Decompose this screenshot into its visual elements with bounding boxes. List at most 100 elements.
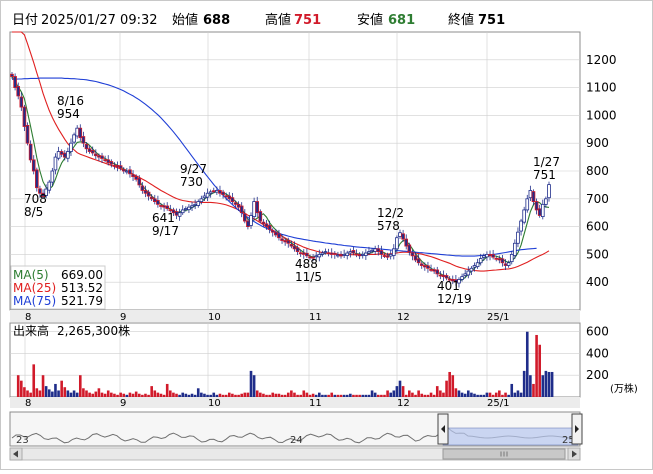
- candle-body: [131, 174, 135, 177]
- volume-bar: [411, 392, 414, 397]
- legend-value: 521.79: [61, 294, 103, 308]
- candle-body: [336, 254, 340, 257]
- candle-body: [149, 196, 154, 200]
- candle-body: [221, 191, 225, 196]
- volume-bar: [361, 394, 365, 397]
- candle-body: [475, 262, 480, 268]
- volume-bar: [203, 393, 206, 397]
- candle-body: [419, 263, 424, 266]
- candle-body: [497, 258, 502, 261]
- volume-bar: [510, 383, 514, 397]
- volume-bar: [78, 375, 82, 397]
- annotation-line-2: 9/17: [152, 224, 179, 238]
- volume-bar: [29, 392, 32, 397]
- volume-bar: [172, 392, 175, 397]
- volume-bar: [200, 392, 203, 397]
- price-x-tick-label: 11: [309, 312, 322, 323]
- candle-body: [78, 127, 83, 139]
- candle-body: [289, 243, 294, 247]
- volume-bar: [274, 393, 278, 397]
- candle-body: [267, 225, 272, 230]
- volume-bar: [277, 393, 281, 397]
- volume-x-tick-label: 10: [208, 398, 221, 409]
- volume-bar: [501, 394, 504, 397]
- navigator-right-handle[interactable]: [571, 413, 583, 445]
- candle-body: [59, 151, 64, 155]
- legend-label: MA(5): [13, 268, 49, 282]
- volume-bar: [476, 394, 479, 397]
- price-x-tick-label: 10: [208, 312, 221, 323]
- candle-body: [385, 255, 390, 258]
- volume-bar: [246, 392, 250, 397]
- navigator-left-handle[interactable]: [437, 413, 449, 445]
- candle-body: [118, 165, 123, 169]
- candle-body: [494, 257, 499, 260]
- volume-bar: [445, 380, 448, 397]
- volume-bar: [373, 392, 377, 397]
- volume-bar: [324, 394, 327, 397]
- volume-bar: [38, 390, 42, 397]
- volume-bar: [116, 394, 119, 397]
- legend-label: MA(75): [13, 294, 56, 308]
- date-label: 日付: [12, 13, 38, 28]
- annotation-line-2: 11/5: [295, 270, 322, 284]
- volume-bar: [137, 393, 141, 397]
- candle-body: [233, 202, 238, 205]
- candle-body: [277, 233, 281, 239]
- volume-bar: [23, 387, 26, 397]
- navigator-scrollbar[interactable]: [9, 447, 581, 461]
- annotation-line-1: 12/2: [377, 206, 404, 220]
- candle-body: [72, 134, 76, 143]
- candle-body: [87, 148, 92, 152]
- price-x-tick-label: 25/1: [487, 312, 509, 323]
- volume-bar: [383, 394, 386, 397]
- high-value: 751: [294, 13, 321, 28]
- candle-body: [236, 203, 241, 208]
- volume-bar: [16, 375, 20, 397]
- range-navigator[interactable]: 23 24 25: [9, 411, 583, 447]
- candle-body: [90, 150, 95, 154]
- volume-bar: [106, 390, 110, 397]
- annotation-line-1: 488: [295, 257, 318, 271]
- volume-bar: [376, 394, 380, 397]
- volume-bar: [69, 392, 73, 397]
- candle-body: [491, 254, 495, 258]
- navigator-label-24: 24: [290, 435, 303, 446]
- volume-bar: [513, 392, 517, 397]
- volume-bar: [482, 394, 486, 397]
- volume-bar: [162, 394, 166, 397]
- candle-body: [531, 191, 536, 202]
- candle-body: [323, 251, 328, 254]
- candle-body: [426, 265, 430, 269]
- volume-bar: [296, 394, 299, 397]
- volume-bar: [429, 392, 433, 397]
- volume-bar: [532, 383, 535, 397]
- volume-bar: [255, 390, 259, 397]
- stock-chart: 日付 2025/01/27 09:32 始値 688 高値 751 安値 681…: [0, 0, 653, 470]
- volume-bar: [479, 394, 483, 397]
- candle-body: [202, 195, 207, 199]
- candle-body: [274, 231, 278, 236]
- volume-bar: [311, 393, 315, 397]
- navigator-selected-range[interactable]: [442, 427, 579, 446]
- volume-bar: [321, 394, 324, 397]
- candle-body: [388, 253, 393, 257]
- volume-bar: [460, 392, 464, 397]
- volume-bar: [364, 394, 368, 397]
- candle-body: [140, 185, 145, 191]
- candle-body: [360, 253, 365, 256]
- volume-bar: [439, 390, 442, 397]
- volume-bar: [57, 390, 60, 397]
- volume-bar: [259, 392, 262, 397]
- volume-bar: [432, 394, 436, 397]
- volume-bar: [72, 390, 76, 397]
- candle-body: [469, 267, 474, 272]
- volume-bar: [488, 392, 492, 397]
- volume-bar: [209, 394, 212, 397]
- volume-bar: [165, 383, 169, 397]
- candle-body: [249, 215, 253, 226]
- candle-body: [174, 211, 179, 216]
- volume-bar: [113, 393, 116, 397]
- volume-header-label: 出来高: [13, 323, 49, 338]
- volume-bar: [283, 394, 287, 397]
